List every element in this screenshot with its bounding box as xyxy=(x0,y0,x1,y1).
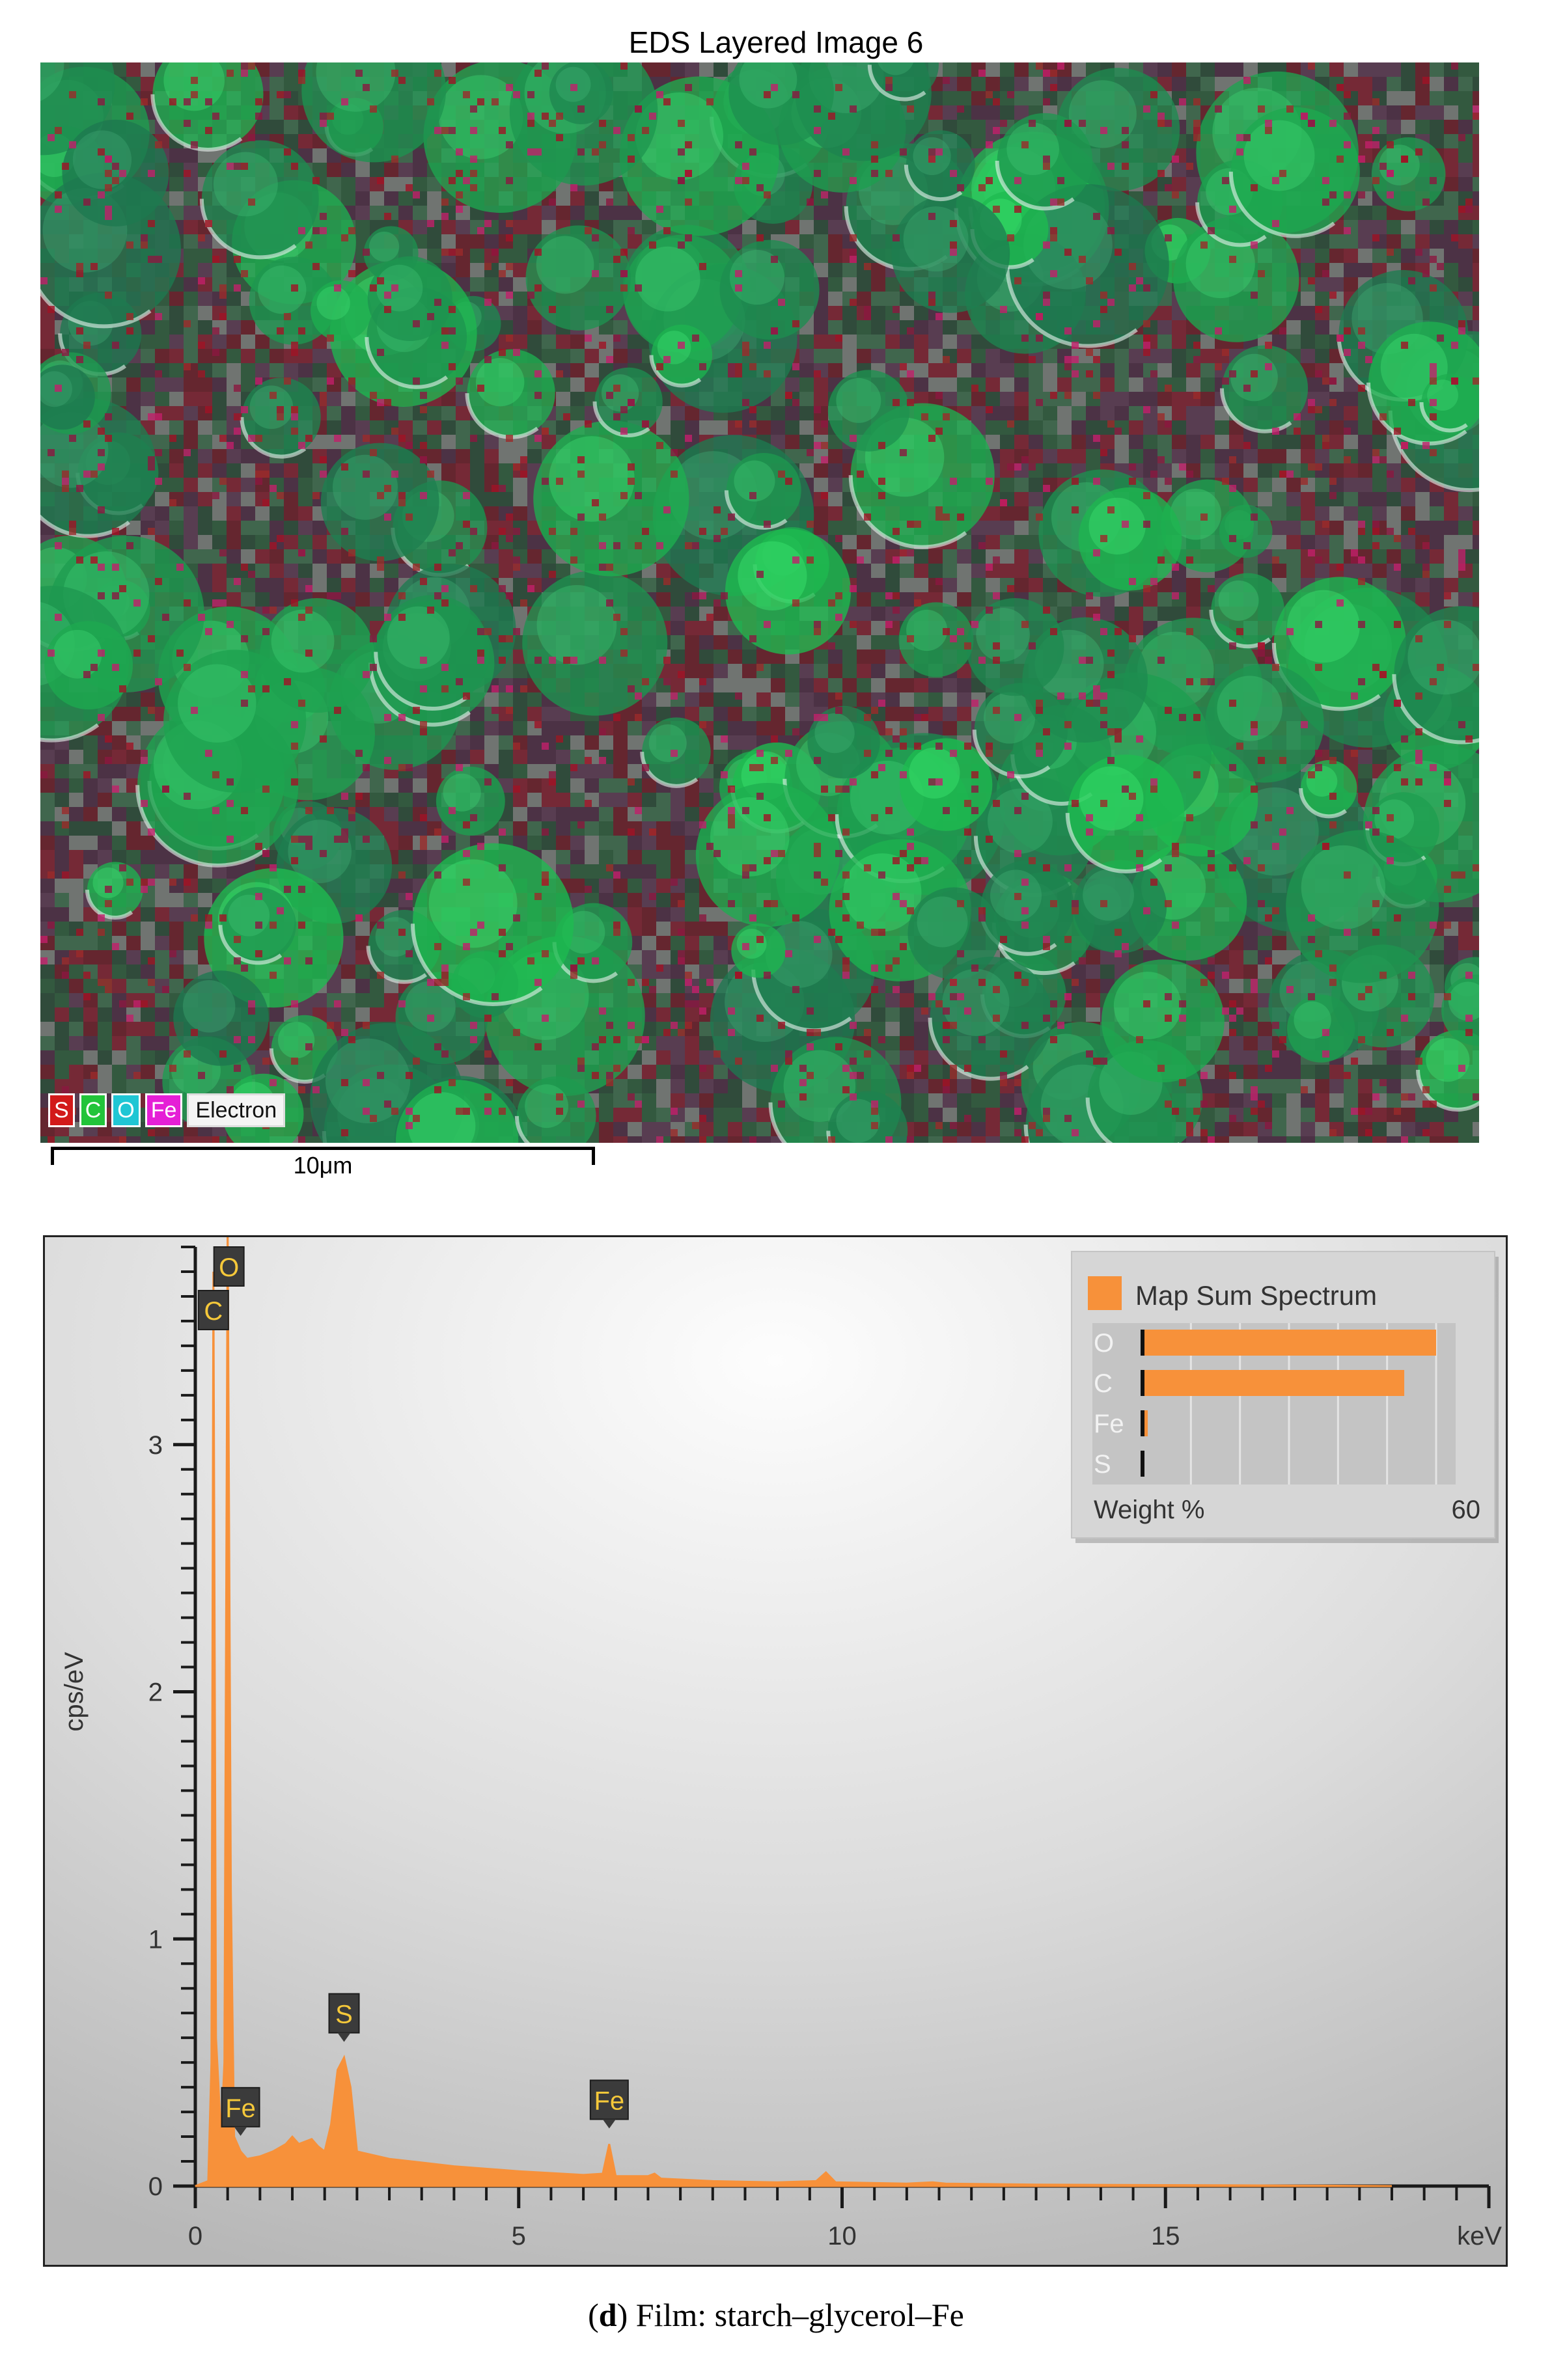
peak-label-o: O xyxy=(213,1246,245,1287)
legend-chip-fe: Fe xyxy=(145,1093,183,1127)
y-tick-label: 0 xyxy=(148,2172,163,2201)
scale-bar-label: 10μm xyxy=(293,1152,353,1179)
inset-bar-label: Fe xyxy=(1094,1410,1124,1438)
inset-x-label: Weight % xyxy=(1094,1496,1204,1524)
figure-caption: (d) Film: starch–glycerol–Fe xyxy=(0,2296,1552,2334)
x-axis-label: keV xyxy=(1457,2222,1502,2250)
peak-label-c: C xyxy=(197,1290,229,1330)
legend-chip-c: C xyxy=(79,1093,107,1127)
inset-bar xyxy=(1142,1330,1436,1356)
y-tick-label: 1 xyxy=(148,1925,163,1954)
inset-bar-marker xyxy=(1141,1330,1144,1356)
inset-bar-label: O xyxy=(1094,1329,1114,1358)
spectrum-chart: 0 5 10 15 0 1 2 3 keV cps/eV O C Fe S Fe Map Sum Spec… xyxy=(43,1235,1508,2267)
inset-x-max-label: 60 xyxy=(1452,1496,1481,1524)
inset-legend-label: Map Sum Spectrum xyxy=(1135,1280,1377,1311)
y-tick-label: 2 xyxy=(148,1678,163,1707)
peak-label-text: O xyxy=(219,1253,239,1282)
inset-legend: Map Sum Spectrum OC Fe S Weight % 60 xyxy=(1071,1251,1499,1543)
x-tick-label: 15 xyxy=(1151,2222,1180,2250)
peak-label-text: Fe xyxy=(225,2094,256,2123)
y-axis-label: cps/eV xyxy=(60,1652,89,1732)
inset-bar-label: C xyxy=(1094,1369,1113,1398)
legend-chip-electron: Electron xyxy=(187,1093,286,1127)
spectrum-plot: 0 5 10 150123keVcps/eV OCFeSFe Map Sum Spec… xyxy=(45,1237,1506,2265)
inset-bar-marker xyxy=(1141,1370,1144,1396)
caption-open: ( xyxy=(588,2297,599,2333)
x-tick-label: 10 xyxy=(827,2222,857,2250)
inset-bar-label: S xyxy=(1094,1450,1111,1479)
inset-legend-swatch xyxy=(1088,1276,1122,1310)
peak-label-text: C xyxy=(204,1297,223,1326)
legend-chip-s: S xyxy=(48,1093,75,1127)
image-title: EDS Layered Image 6 xyxy=(628,25,924,59)
caption-letter: d xyxy=(598,2297,617,2333)
y-tick-label: 3 xyxy=(148,1431,163,1460)
eds-map-texture xyxy=(40,62,1479,1143)
peak-label-text: Fe xyxy=(594,2086,624,2115)
x-tick-label: 0 xyxy=(188,2222,202,2250)
caption-text: ) Film: starch–glycerol–Fe xyxy=(617,2297,964,2333)
peak-label-text: S xyxy=(335,2001,353,2029)
inset-bar-marker xyxy=(1141,1410,1144,1436)
eds-layered-map xyxy=(40,62,1479,1143)
inset-bar-marker xyxy=(1141,1451,1144,1477)
legend-chip-o: O xyxy=(111,1093,141,1127)
element-legend: S C O Fe Electron xyxy=(48,1093,286,1127)
x-tick-label: 5 xyxy=(512,2222,526,2250)
inset-bar xyxy=(1142,1370,1405,1396)
